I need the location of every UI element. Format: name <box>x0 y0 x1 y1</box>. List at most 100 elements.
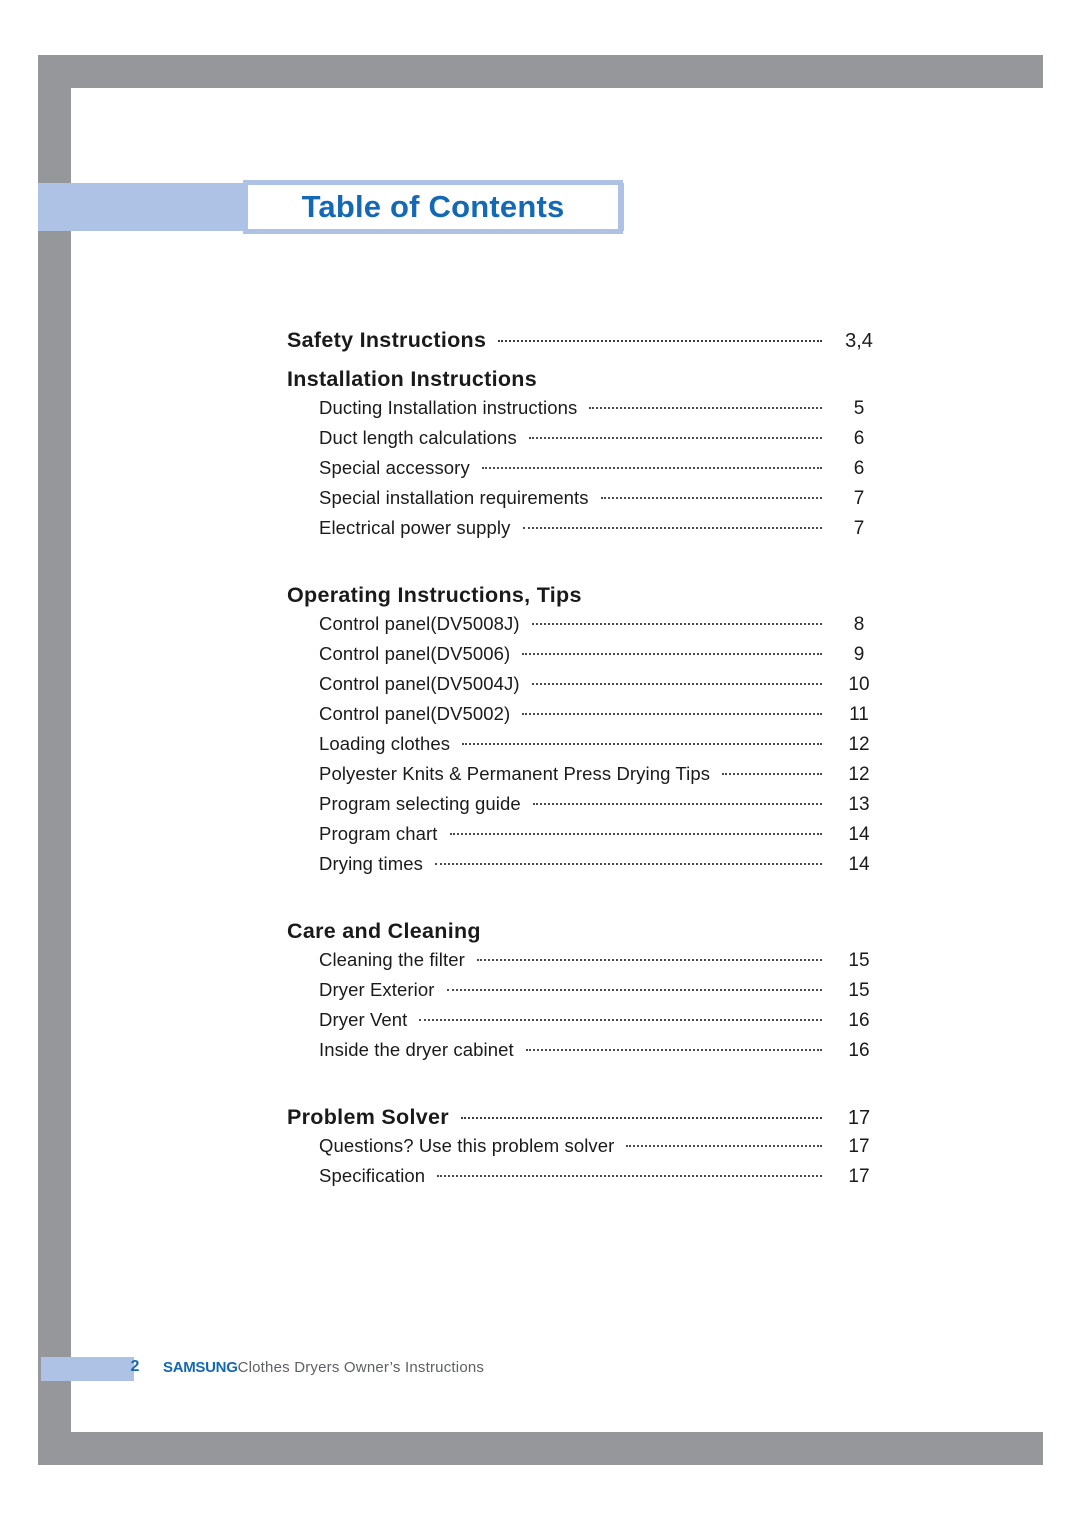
dotted-leader <box>531 683 822 685</box>
toc-item[interactable]: Dryer Exterior 15 <box>287 979 887 1009</box>
toc-section-heading-row[interactable]: Care and Cleaning <box>287 919 887 944</box>
toc-item-page-number: 14 <box>848 854 870 875</box>
page-border-left <box>38 55 71 1465</box>
toc-item-page-number: 6 <box>853 458 865 479</box>
toc-item[interactable]: Control panel(DV5008J) 8 <box>287 613 887 643</box>
toc-section-page-number: 3,4 <box>845 330 873 352</box>
toc-section-heading-row[interactable]: Problem Solver 17 <box>287 1105 887 1130</box>
toc-item-page-number: 16 <box>848 1040 870 1061</box>
toc-item[interactable]: Cleaning the filter 15 <box>287 949 887 979</box>
toc-item-page-number: 14 <box>848 824 870 845</box>
page-border-bottom <box>38 1432 1043 1465</box>
toc-item-page-number: 9 <box>853 644 865 665</box>
toc-item[interactable]: Program selecting guide 13 <box>287 793 887 823</box>
toc-item-label: Program selecting guide <box>319 793 521 814</box>
toc-item[interactable]: Duct length calculations 6 <box>287 427 887 457</box>
dotted-leader <box>722 773 822 775</box>
toc-item-page-number: 17 <box>848 1166 870 1187</box>
toc-item-page-number: 6 <box>853 428 865 449</box>
dotted-leader <box>528 437 822 439</box>
toc-item-label: Drying times <box>319 853 423 874</box>
page-border-top <box>38 55 1043 88</box>
toc-section-heading: Operating Instructions, Tips <box>287 583 582 607</box>
toc-item-label: Inside the dryer cabinet <box>319 1039 514 1060</box>
toc-item-page-number: 10 <box>848 674 870 695</box>
toc-item-page-number: 12 <box>848 764 870 785</box>
dotted-leader <box>589 407 822 409</box>
toc-section-heading: Installation Instructions <box>287 367 537 391</box>
toc-item[interactable]: Control panel(DV5006) 9 <box>287 643 887 673</box>
toc-section: Operating Instructions, Tips Control pane… <box>287 583 887 883</box>
toc-item[interactable]: Specification 17 <box>287 1165 887 1195</box>
toc-item-page-number: 12 <box>848 734 870 755</box>
toc-item-label: Loading clothes <box>319 733 451 754</box>
dotted-leader <box>525 1049 822 1051</box>
toc-item-label: Dryer Vent <box>319 1009 408 1030</box>
toc-item-page-number: 11 <box>849 704 869 725</box>
toc-item-list: Cleaning the filter 15 Dryer Exterior 15 Dry… <box>287 949 887 1069</box>
dotted-leader <box>481 467 822 469</box>
toc-item-page-number: 13 <box>848 794 870 815</box>
toc-item[interactable]: Special accessory 6 <box>287 457 887 487</box>
table-of-contents: Safety Instructions 3,4 Installation Instr… <box>287 328 887 1195</box>
toc-item-label: Ducting Installation instructions <box>319 397 578 418</box>
dotted-leader <box>435 863 822 865</box>
toc-item[interactable]: Control panel(DV5002) 11 <box>287 703 887 733</box>
toc-item-page-number: 7 <box>853 518 865 539</box>
toc-item[interactable]: Special installation requirements 7 <box>287 487 887 517</box>
page-title: Table of Contents <box>301 189 565 224</box>
footer-caption: SAMSUNGClothes Dryers Owner’s Instructio… <box>163 1359 484 1376</box>
toc-item-label: Control panel(DV5004J) <box>319 673 520 694</box>
toc-item[interactable]: Ducting Installation instructions 5 <box>287 397 887 427</box>
dotted-leader <box>522 653 822 655</box>
toc-item-list: Questions? Use this problem solver 17 Spec… <box>287 1135 887 1195</box>
toc-item-label: Special accessory <box>319 457 470 478</box>
toc-item[interactable]: Dryer Vent 16 <box>287 1009 887 1039</box>
toc-section: Installation Instructions Ducting Install… <box>287 367 887 547</box>
toc-section-heading-row[interactable]: Operating Instructions, Tips <box>287 583 887 608</box>
toc-item-page-number: 8 <box>853 614 865 635</box>
toc-item[interactable]: Electrical power supply 7 <box>287 517 887 547</box>
toc-item[interactable]: Program chart 14 <box>287 823 887 853</box>
toc-section: Safety Instructions 3,4 <box>287 328 887 353</box>
dotted-leader <box>419 1019 822 1021</box>
footer-accent-band <box>41 1357 134 1381</box>
dotted-leader <box>531 623 822 625</box>
toc-item[interactable]: Drying times 14 <box>287 853 887 883</box>
dotted-leader <box>437 1175 822 1177</box>
toc-item-label: Specification <box>319 1165 426 1186</box>
toc-section-heading-row[interactable]: Safety Instructions 3,4 <box>287 328 887 353</box>
toc-item-page-number: 16 <box>848 1010 870 1031</box>
toc-item-label: Special installation requirements <box>319 487 589 508</box>
toc-item[interactable]: Loading clothes 12 <box>287 733 887 763</box>
dotted-leader <box>460 1117 822 1119</box>
toc-item-list: Control panel(DV5008J) 8 Control panel(DV5… <box>287 613 887 883</box>
toc-item-label: Dryer Exterior <box>319 979 435 1000</box>
toc-item-label: Electrical power supply <box>319 517 511 538</box>
toc-item-label: Cleaning the filter <box>319 949 465 970</box>
toc-item[interactable]: Inside the dryer cabinet 16 <box>287 1039 887 1069</box>
toc-section-heading: Safety Instructions <box>287 328 487 352</box>
toc-item-page-number: 7 <box>853 488 865 509</box>
toc-item[interactable]: Polyester Knits & Permanent Press Drying… <box>287 763 887 793</box>
dotted-leader <box>498 340 822 342</box>
dotted-leader <box>446 989 822 991</box>
toc-section: Care and Cleaning Cleaning the filter 15 Dr… <box>287 919 887 1069</box>
dotted-leader <box>462 743 822 745</box>
footer-page-number: 2 <box>130 1358 140 1375</box>
toc-item-page-number: 17 <box>848 1136 870 1157</box>
toc-item-label: Duct length calculations <box>319 427 517 448</box>
dotted-leader <box>522 527 822 529</box>
toc-section-heading-row[interactable]: Installation Instructions <box>287 367 887 392</box>
footer-caption-text: Clothes Dryers Owner’s Instructions <box>237 1359 485 1376</box>
toc-item-page-number: 15 <box>848 950 870 971</box>
toc-item[interactable]: Questions? Use this problem solver 17 <box>287 1135 887 1165</box>
dotted-leader <box>476 959 822 961</box>
toc-item-label: Control panel(DV5002) <box>319 703 511 724</box>
toc-item[interactable]: Control panel(DV5004J) 10 <box>287 673 887 703</box>
toc-section-heading: Problem Solver <box>287 1105 449 1129</box>
